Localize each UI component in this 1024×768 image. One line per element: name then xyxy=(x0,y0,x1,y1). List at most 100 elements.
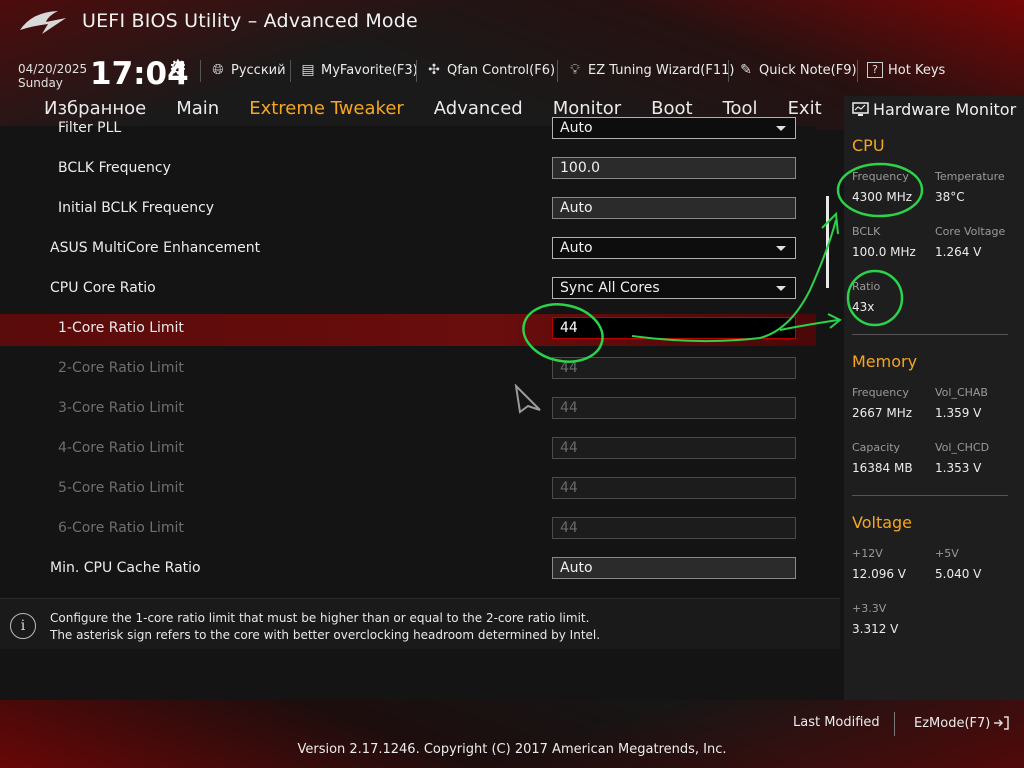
4-core-ratio-input: 44 xyxy=(552,437,796,459)
footer-bar: Last Modified EzMode(F7) Version 2.17.12… xyxy=(0,700,1024,768)
setting-row-cpu-core-ratio[interactable]: CPU Core Ratio Sync All Cores xyxy=(0,274,816,306)
language-label: Русский xyxy=(231,62,286,78)
info-icon: i xyxy=(10,613,36,639)
quick-note-label: Quick Note(F9) xyxy=(759,62,857,78)
myfavorite-button[interactable]: ▤ MyFavorite(F3) xyxy=(300,62,418,78)
setting-label: ASUS MultiCore Enhancement xyxy=(50,240,261,256)
5-core-ratio-input: 44 xyxy=(552,477,796,499)
settings-panel: Filter PLL Auto BCLK Frequency 100.0 Ini… xyxy=(0,117,816,598)
cpu-frequency-label: Frequency xyxy=(852,170,909,183)
core-voltage-label: Core Voltage xyxy=(935,225,1006,238)
ezmode-button[interactable]: EzMode(F7) xyxy=(914,715,1010,731)
date-text: 04/20/2025 xyxy=(18,62,88,76)
toolbar-divider xyxy=(728,60,729,82)
question-box-icon: ? xyxy=(867,62,883,78)
capacity-value: 16384 MB xyxy=(852,461,913,475)
myfavorite-label: MyFavorite(F3) xyxy=(321,62,418,78)
voltage-heading: Voltage xyxy=(852,513,913,532)
toolbar-divider xyxy=(557,60,558,82)
vol-chcd-value: 1.353 V xyxy=(935,461,982,475)
bclk-frequency-input[interactable]: 100.0 xyxy=(552,157,796,179)
cpu-frequency-value: 4300 MHz xyxy=(852,190,913,204)
bclk-value: 100.0 MHz xyxy=(852,245,916,259)
settings-scrollbar[interactable] xyxy=(826,196,829,288)
setting-row-multicore-enhancement[interactable]: ASUS MultiCore Enhancement Auto xyxy=(0,234,816,266)
lightbulb-icon: 💡︎ xyxy=(570,62,580,78)
filter-pll-dropdown[interactable]: Auto xyxy=(552,117,796,139)
setting-label: 4-Core Ratio Limit xyxy=(58,440,184,456)
initial-bclk-input[interactable]: Auto xyxy=(552,197,796,219)
min-cpu-cache-ratio-input[interactable]: Auto xyxy=(552,557,796,579)
ratio-value: 43x xyxy=(852,300,875,314)
footer-divider xyxy=(894,712,895,736)
setting-row-1-core-ratio[interactable]: 1-Core Ratio Limit 44 xyxy=(0,314,816,346)
setting-row-min-cpu-cache-ratio[interactable]: Min. CPU Cache Ratio Auto xyxy=(0,554,816,586)
toolbar-divider xyxy=(416,60,417,82)
setting-label: Min. CPU Cache Ratio xyxy=(50,560,201,576)
hot-keys-label: Hot Keys xyxy=(888,62,946,78)
qfan-control-button[interactable]: ✣ Qfan Control(F6) xyxy=(426,62,555,78)
v33-value: 3.312 V xyxy=(852,622,899,636)
qfan-label: Qfan Control(F6) xyxy=(447,62,556,78)
setting-row-2-core-ratio: 2-Core Ratio Limit 44 xyxy=(0,354,816,386)
vol-chab-label: Vol_CHAB xyxy=(935,386,988,399)
cpu-temperature-label: Temperature xyxy=(935,170,1005,183)
setting-row-bclk-frequency[interactable]: BCLK Frequency 100.0 xyxy=(0,154,816,186)
setting-label: 3-Core Ratio Limit xyxy=(58,400,184,416)
language-button[interactable]: 🌐︎ Русский xyxy=(210,62,286,78)
cpu-heading: CPU xyxy=(852,136,885,155)
day-text: Sunday xyxy=(18,76,63,90)
2-core-ratio-input: 44 xyxy=(552,357,796,379)
help-line: The asterisk sign refers to the core wit… xyxy=(50,628,601,642)
monitor-icon xyxy=(852,101,869,116)
cpu-core-ratio-dropdown[interactable]: Sync All Cores xyxy=(552,277,796,299)
hardware-monitor-label: Hardware Monitor xyxy=(873,100,1017,119)
section-divider xyxy=(852,495,1008,496)
memory-heading: Memory xyxy=(852,352,918,371)
1-core-ratio-input[interactable]: 44 xyxy=(552,317,796,339)
setting-row-initial-bclk[interactable]: Initial BCLK Frequency Auto xyxy=(0,194,816,226)
copyright-text: Version 2.17.1246. Copyright (C) 2017 Am… xyxy=(297,742,727,757)
setting-label: Filter PLL xyxy=(58,120,122,136)
bclk-label: BCLK xyxy=(852,225,881,238)
ratio-label: Ratio xyxy=(852,280,881,293)
setting-row-4-core-ratio: 4-Core Ratio Limit 44 xyxy=(0,434,816,466)
quick-note-button[interactable]: ✎ Quick Note(F9) xyxy=(738,62,857,78)
setting-label: CPU Core Ratio xyxy=(50,280,156,296)
setting-label: 5-Core Ratio Limit xyxy=(58,480,184,496)
toolbar-divider xyxy=(857,60,858,82)
help-line: Configure the 1-core ratio limit that mu… xyxy=(50,611,590,625)
last-modified-button[interactable]: Last Modified xyxy=(793,715,880,730)
clock-settings-gear-icon[interactable]: ⚙ xyxy=(169,55,187,79)
setting-row-5-core-ratio: 5-Core Ratio Limit 44 xyxy=(0,474,816,506)
capacity-label: Capacity xyxy=(852,441,901,454)
core-voltage-value: 1.264 V xyxy=(935,245,982,259)
favorite-list-icon: ▤ xyxy=(301,62,315,78)
ez-tuning-wizard-button[interactable]: 💡︎ EZ Tuning Wizard(F11) xyxy=(567,62,734,78)
ez-tuning-label: EZ Tuning Wizard(F11) xyxy=(588,62,735,78)
exit-arrow-icon xyxy=(994,716,1010,730)
mouse-pointer-icon xyxy=(514,384,541,414)
v5-value: 5.040 V xyxy=(935,567,982,581)
setting-row-6-core-ratio: 6-Core Ratio Limit 44 xyxy=(0,514,816,546)
toolbar-divider xyxy=(200,60,201,82)
v12-label: +12V xyxy=(852,547,883,560)
section-divider xyxy=(852,334,1008,335)
multicore-enhancement-dropdown[interactable]: Auto xyxy=(552,237,796,259)
setting-label: BCLK Frequency xyxy=(58,160,171,176)
v5-label: +5V xyxy=(935,547,959,560)
setting-row-3-core-ratio: 3-Core Ratio Limit 44 xyxy=(0,394,816,426)
fan-icon: ✣ xyxy=(428,62,440,78)
v12-value: 12.096 V xyxy=(852,567,907,581)
setting-row-filter-pll[interactable]: Filter PLL Auto xyxy=(0,114,816,146)
note-pencil-icon: ✎ xyxy=(740,62,752,78)
v33-label: +3.3V xyxy=(852,602,887,615)
setting-label: 6-Core Ratio Limit xyxy=(58,520,184,536)
vol-chab-value: 1.359 V xyxy=(935,406,982,420)
3-core-ratio-input: 44 xyxy=(552,397,796,419)
hardware-monitor-panel: Hardware Monitor CPU Frequency 4300 MHz … xyxy=(844,96,1024,716)
vol-chcd-label: Vol_CHCD xyxy=(935,441,990,454)
hot-keys-button[interactable]: ? Hot Keys xyxy=(867,62,945,78)
app-title: UEFI BIOS Utility – Advanced Mode xyxy=(82,10,418,32)
help-text: Configure the 1-core ratio limit that mu… xyxy=(50,610,600,644)
